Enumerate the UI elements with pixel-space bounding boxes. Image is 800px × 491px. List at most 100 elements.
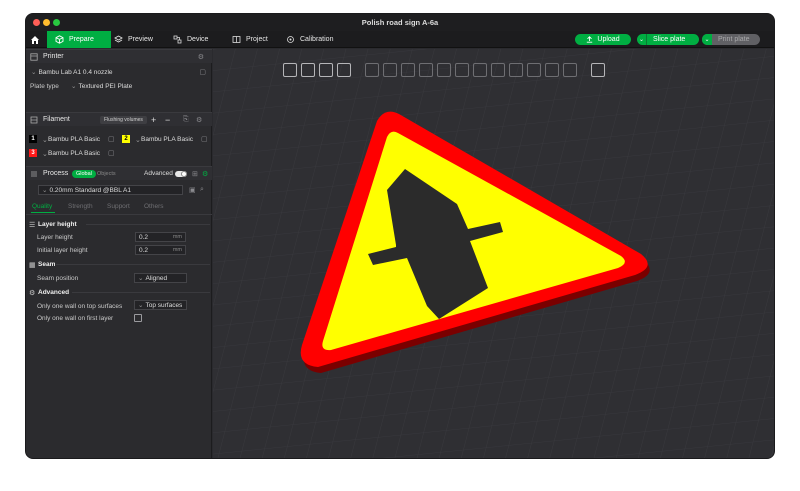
- one-wall-first-checkbox[interactable]: [134, 314, 142, 322]
- home-icon: [31, 35, 39, 44]
- layers-icon: [114, 35, 123, 44]
- process-global-toggle[interactable]: Global: [72, 170, 96, 178]
- tab-preview[interactable]: Preview: [106, 31, 161, 48]
- tab-project-label: Project: [246, 36, 268, 43]
- process-section-header: Process Global Objects Advanced ⊞ ⚙: [26, 166, 212, 180]
- seam-position-chevron-icon: ⌄: [138, 275, 144, 282]
- seam-position-select[interactable]: ⌄ Aligned: [134, 273, 187, 283]
- filament-2-edit-icon[interactable]: ▢: [201, 135, 208, 143]
- process-preset-select[interactable]: ⌄ 0.20mm Standard @BBL A1: [38, 185, 183, 195]
- layer-height-label: Layer height: [37, 234, 73, 241]
- zoom-window-button[interactable]: [53, 19, 60, 26]
- cube-icon: [55, 35, 64, 44]
- layer-height-group-title: Layer height: [38, 221, 77, 228]
- filament-1-edit-icon[interactable]: ▢: [108, 135, 115, 143]
- tab-calibration-label: Calibration: [300, 36, 334, 43]
- filament-1-name: Bambu PLA Basic: [48, 136, 101, 143]
- initial-layer-height-input[interactable]: 0.2 mm: [135, 245, 186, 255]
- close-window-button[interactable]: [33, 19, 40, 26]
- initial-layer-height-unit: mm: [172, 247, 182, 253]
- one-wall-top-chevron-icon: ⌄: [138, 302, 144, 309]
- tabs-divider: [26, 214, 212, 215]
- filament-2-color-badge[interactable]: 2: [122, 135, 130, 143]
- one-wall-top-select[interactable]: ⌄ Top surfaces: [134, 300, 187, 310]
- save-preset-icon[interactable]: ▣: [189, 186, 196, 194]
- calibration-icon: [286, 35, 295, 44]
- printer-name: Bambu Lab A1 0.4 nozzle: [38, 68, 113, 76]
- filament-icon: [30, 116, 38, 123]
- initial-layer-height-value: 0.2: [139, 246, 149, 254]
- sync-filament-icon[interactable]: ⎘: [183, 116, 189, 124]
- filament-3-edit-icon[interactable]: ▢: [108, 149, 115, 157]
- tab-others[interactable]: Others: [144, 203, 164, 210]
- tab-strength[interactable]: Strength: [68, 203, 93, 210]
- flushing-volumes-button[interactable]: Flushing volumes: [100, 116, 147, 124]
- plate-type-select[interactable]: ⌄ Textured PEI Plate: [68, 81, 207, 91]
- seam-group-title: Seam: [38, 261, 56, 268]
- tab-support[interactable]: Support: [107, 203, 130, 210]
- filament-1-color-badge[interactable]: 1: [29, 135, 37, 143]
- process-section-title: Process: [43, 170, 69, 177]
- filament-section-title: Filament: [43, 116, 70, 123]
- main-menu-bar: Prepare Preview Device Project Calibrati…: [26, 31, 774, 48]
- process-icon: [31, 171, 37, 176]
- tab-project[interactable]: Project: [224, 31, 276, 48]
- slice-dropdown-chevron-icon[interactable]: ⌄: [637, 34, 647, 45]
- seam-group-divider: [56, 264, 210, 265]
- filament-3-color-badge[interactable]: 3: [29, 149, 37, 157]
- tab-prepare[interactable]: Prepare: [47, 31, 111, 48]
- printer-icon: [30, 52, 38, 61]
- filament-2-chevron-icon: ⌄: [135, 137, 141, 144]
- tab-device-label: Device: [187, 36, 209, 43]
- slice-plate-label: Slice plate: [653, 36, 686, 43]
- seam-position-label: Seam position: [37, 275, 79, 282]
- print-plate-label: Print plate: [718, 36, 750, 43]
- printer-section-header: Printer ⚙: [26, 49, 212, 63]
- upload-button[interactable]: Upload: [575, 34, 631, 45]
- printer-edit-icon[interactable]: ▢: [199, 68, 206, 76]
- tab-quality[interactable]: Quality: [32, 203, 52, 210]
- one-wall-first-label: Only one wall on first layer: [37, 315, 114, 322]
- minimize-window-button[interactable]: [43, 19, 50, 26]
- print-dropdown-chevron-icon[interactable]: ⌄: [702, 34, 712, 45]
- settings-sidebar: Printer ⚙ ⌄ Bambu Lab A1 0.4 nozzle ▢ Pl…: [26, 49, 212, 458]
- layer-height-value: 0.2: [139, 233, 149, 241]
- process-preset-name: 0.20mm Standard @BBL A1: [49, 186, 131, 194]
- title-bar: Polish road sign A-6a: [26, 14, 774, 31]
- tab-calibration[interactable]: Calibration: [278, 31, 341, 48]
- filament-2-name: Bambu PLA Basic: [141, 136, 194, 143]
- upload-label: Upload: [597, 36, 620, 43]
- filament-section-header: Filament Flushing volumes + − ⎘ ⚙: [26, 112, 212, 126]
- device-icon: [173, 35, 182, 44]
- printer-section-title: Printer: [43, 53, 64, 60]
- process-customize-icon[interactable]: ⚙: [202, 170, 208, 178]
- layer-height-input[interactable]: 0.2 mm: [135, 232, 186, 242]
- process-preset-chevron-icon: ⌄: [42, 187, 48, 194]
- plate-type-value: Textured PEI Plate: [78, 82, 133, 90]
- add-filament-icon[interactable]: +: [151, 115, 156, 125]
- compare-presets-icon[interactable]: ⊞: [192, 170, 198, 178]
- printer-preset-select[interactable]: ⌄ Bambu Lab A1 0.4 nozzle ▢: [28, 67, 208, 77]
- remove-filament-icon[interactable]: −: [165, 115, 170, 125]
- home-button[interactable]: [26, 31, 44, 48]
- slice-plate-button[interactable]: ⌄ Slice plate: [637, 34, 699, 45]
- plate-type-label: Plate type: [30, 83, 59, 90]
- road-sign-model[interactable]: [213, 49, 775, 459]
- filament-3-name: Bambu PLA Basic: [48, 150, 101, 157]
- tab-preview-label: Preview: [128, 36, 153, 43]
- print-plate-button[interactable]: ⌄ Print plate: [702, 34, 760, 45]
- printer-settings-gear-icon[interactable]: ⚙: [198, 53, 204, 61]
- tab-quality-underline: [31, 212, 55, 213]
- tab-device[interactable]: Device: [165, 31, 216, 48]
- 3d-viewport[interactable]: [213, 49, 775, 459]
- one-wall-top-value: Top surfaces: [145, 301, 183, 309]
- advanced-toggle-switch[interactable]: [175, 171, 187, 177]
- filament-settings-gear-icon[interactable]: ⚙: [196, 116, 202, 124]
- app-window: Polish road sign A-6a Prepare Preview De…: [25, 13, 775, 459]
- initial-layer-height-label: Initial layer height: [37, 247, 88, 254]
- search-icon[interactable]: ⌕: [200, 186, 204, 194]
- seam-group-icon: ▦: [29, 262, 36, 269]
- seam-position-value: Aligned: [145, 274, 168, 282]
- printer-chevron-icon: ⌄: [31, 69, 37, 76]
- process-objects-toggle[interactable]: Objects: [97, 170, 116, 178]
